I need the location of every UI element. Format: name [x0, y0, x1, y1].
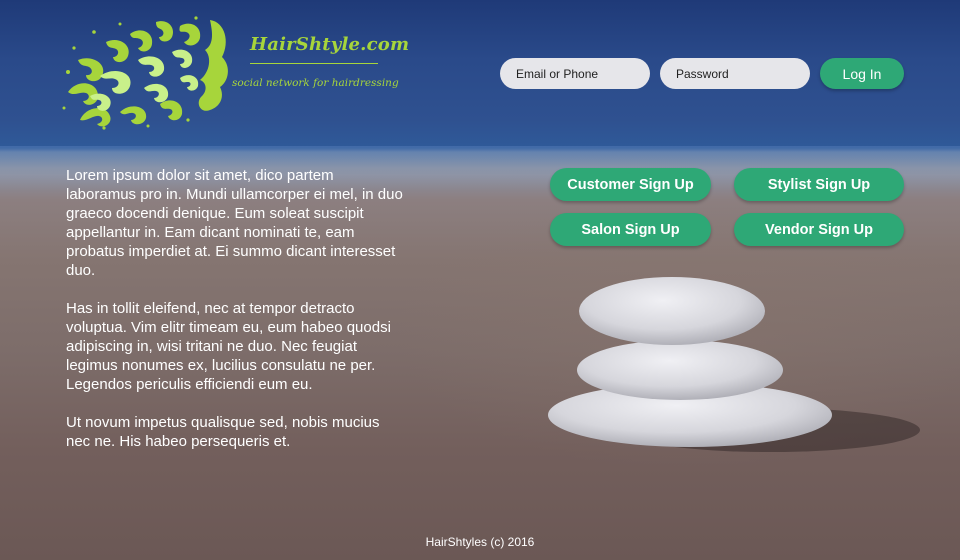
login-button[interactable]: Log In	[820, 58, 904, 89]
email-field[interactable]	[500, 58, 650, 89]
stylist-signup-button[interactable]: Stylist Sign Up	[734, 168, 904, 201]
brand-divider	[250, 63, 378, 64]
logo-icon	[62, 16, 228, 130]
brand-tagline: social network for hairdressing	[232, 77, 399, 89]
salon-signup-button[interactable]: Salon Sign Up	[550, 213, 711, 246]
intro-paragraph: Lorem ipsum dolor sit amet, dico partem …	[66, 167, 403, 279]
footer-copyright: HairShtyles (c) 2016	[425, 535, 535, 549]
vendor-signup-button[interactable]: Vendor Sign Up	[734, 213, 904, 246]
intro-text: Lorem ipsum dolor sit amet, dico partem …	[66, 166, 406, 470]
intro-paragraph: Ut novum impetus qualisque sed, nobis mu…	[66, 414, 380, 450]
password-field[interactable]	[660, 58, 810, 89]
intro-paragraph: Has in tollit eleifend, nec at tempor de…	[66, 300, 391, 393]
stones-image	[548, 277, 920, 452]
customer-signup-button[interactable]: Customer Sign Up	[550, 168, 711, 201]
brand-name[interactable]: HairShtyle.com	[250, 34, 409, 55]
